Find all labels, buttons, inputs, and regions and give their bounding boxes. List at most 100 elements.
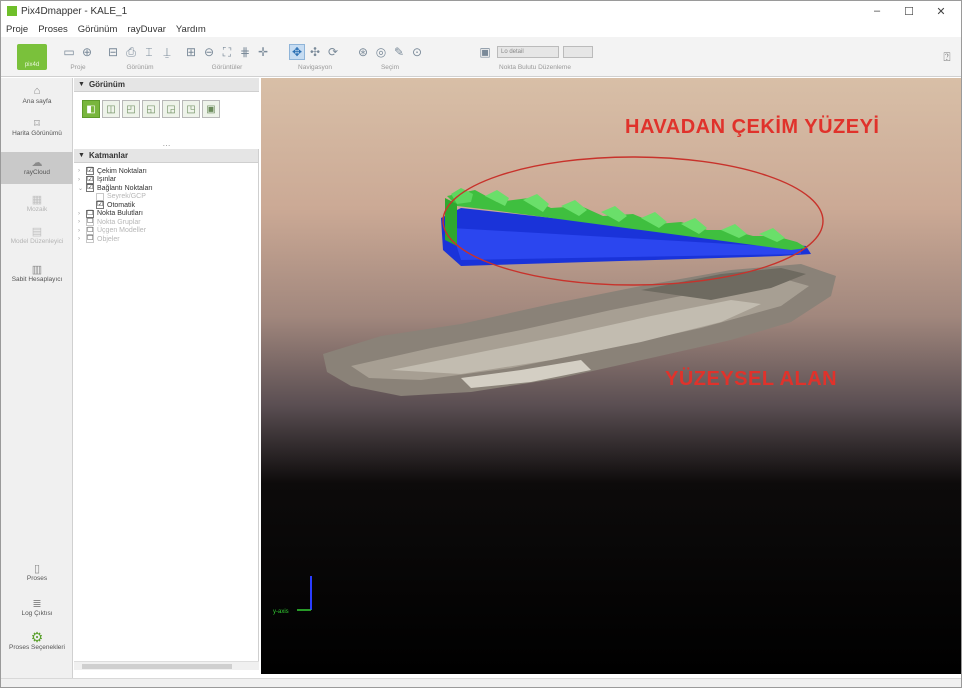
toolbar-caption-secim: Seçim xyxy=(380,64,400,71)
layer-row-automatic[interactable]: ☑ Otomatik xyxy=(78,201,258,210)
layer-row-gcp[interactable]: Seyrek/GCP xyxy=(78,192,258,202)
folder-open-icon[interactable]: ▭ xyxy=(61,44,77,60)
navigate-icon[interactable]: ✥ xyxy=(289,44,305,60)
top-view-icon[interactable]: ◱ xyxy=(142,100,160,118)
expand-icon[interactable]: › xyxy=(78,228,86,234)
crosshair-icon[interactable]: ✛ xyxy=(255,44,271,60)
layer-row-point-groups[interactable]: › ☐ Nokta Gruplar xyxy=(78,218,258,227)
scrollbar-thumb[interactable] xyxy=(82,664,232,669)
toolbar-caption-navigasyon: Navigasyon xyxy=(298,64,332,71)
layer-row-camera-points[interactable]: › ☑ Çekim Noktaları xyxy=(78,167,258,176)
collapse-caret-icon: ▼ xyxy=(78,152,85,159)
process-icon: ▯ xyxy=(33,562,41,575)
window-icon[interactable]: ⊟ xyxy=(105,44,121,60)
layer-checkbox[interactable]: ☑ xyxy=(96,201,104,210)
layer-label: Çekim Noktaları xyxy=(97,167,147,175)
rail-item-model-editor[interactable]: ▤ Model Düzenleyici xyxy=(1,224,73,256)
left-view-icon[interactable]: ◳ xyxy=(182,100,200,118)
rail-label-process-options: Proses Seçenekleri xyxy=(9,644,65,651)
menu-yardim[interactable]: Yardım xyxy=(171,24,211,35)
help-icon[interactable]: ⍰ xyxy=(939,49,955,65)
pencil-icon[interactable]: ✎ xyxy=(391,44,407,60)
pan-icon[interactable]: ⟳ xyxy=(325,44,341,60)
annotation-aerial-surface: HAVADAN ÇEKİM YÜZEYİ xyxy=(625,116,880,138)
layers-panel: ▼ Katmanlar › ☑ Çekim Noktaları › ☑ Işınlar … xyxy=(74,149,259,670)
layer-row-objects[interactable]: › ☐ Objeler xyxy=(78,235,258,244)
view-panel-header[interactable]: ▼ Görünüm xyxy=(74,78,259,92)
menu-proses[interactable]: Proses xyxy=(33,24,73,35)
toolbar-group-gorunum: ⊟ ⎙ ⌶ ⍊ Görünüm xyxy=(105,41,175,75)
view-icons: ◧ ◫ ◰ ◱ ◲ ◳ ▣ xyxy=(74,92,259,118)
menu-proje[interactable]: Proje xyxy=(1,24,33,35)
window-title: Pix4Dmapper - KALE_1 xyxy=(21,5,128,17)
layer-checkbox[interactable]: ☐ xyxy=(86,218,94,227)
menu-rayduvar[interactable]: rayDuvar xyxy=(122,24,171,35)
app-window: Pix4Dmapper - KALE_1 – ☐ ✕ Proje Proses … xyxy=(0,0,962,688)
front-view-icon[interactable]: ◫ xyxy=(102,100,120,118)
menu-gorunum[interactable]: Görünüm xyxy=(73,24,123,35)
layer-checkbox[interactable]: ☐ xyxy=(86,235,94,244)
layer-checkbox[interactable]: ☑ xyxy=(86,184,94,193)
axis-label: y-axis xyxy=(273,609,289,615)
layer-checkbox[interactable]: ☐ xyxy=(86,226,94,235)
layer-row-tie-points[interactable]: ⌄ ☑ Bağlantı Noktaları xyxy=(78,184,258,193)
fit-icon[interactable]: ⛶ xyxy=(219,44,235,60)
collapse-caret-icon: ▼ xyxy=(78,81,85,88)
rail-item-log[interactable]: ≣ Log Çıktısı xyxy=(1,596,73,626)
toolbar: pix4d ▭ ⊕ Proje ⊟ ⎙ ⌶ ⍊ Görünüm ⊞ ⊖ ⛶ ⋕ xyxy=(1,37,961,77)
layer-icon[interactable]: ▣ xyxy=(477,44,493,60)
toolbar-group-goruntuler: ⊞ ⊖ ⛶ ⋕ ✛ Görüntüler xyxy=(183,41,271,75)
expand-icon[interactable]: ⌄ xyxy=(78,185,86,192)
annotation-surface-area: YÜZEYSEL ALAN xyxy=(665,368,838,390)
minimize-button[interactable]: – xyxy=(861,1,893,21)
layers-horizontal-scrollbar[interactable] xyxy=(74,661,259,670)
layer-checkbox[interactable]: ☑ xyxy=(86,167,94,176)
pin-icon[interactable]: ⍊ xyxy=(159,44,175,60)
apply-button[interactable] xyxy=(563,46,593,58)
layer-row-triangle-meshes[interactable]: › ☐ Üçgen Modeller xyxy=(78,226,258,236)
right-view-icon[interactable]: ▣ xyxy=(202,100,220,118)
zoom-out-icon[interactable]: ⊖ xyxy=(201,44,217,60)
layer-checkbox[interactable]: ☑ xyxy=(86,175,94,184)
target-icon[interactable]: ◎ xyxy=(373,44,389,60)
grid-icon[interactable]: ⋕ xyxy=(237,44,253,60)
rotate-icon[interactable]: ✣ xyxy=(307,44,323,60)
print-icon[interactable]: ⎙ xyxy=(123,44,139,60)
layer-checkbox[interactable]: ☐ xyxy=(86,209,94,218)
expand-icon[interactable]: › xyxy=(78,219,86,225)
rail-item-mosaic[interactable]: ▦ Mozaik xyxy=(1,192,73,222)
expand-icon[interactable]: › xyxy=(78,168,86,174)
rail-item-home[interactable]: ⌂ Ana sayfa xyxy=(1,84,73,114)
expand-icon[interactable]: › xyxy=(78,211,86,217)
layer-tree: › ☑ Çekim Noktaları › ☑ Işınlar ⌄ ☑ Bağlantı N… xyxy=(74,163,258,244)
save-icon[interactable]: ⊕ xyxy=(79,44,95,60)
expand-icon[interactable]: › xyxy=(78,177,86,183)
tile-icon[interactable]: ⌶ xyxy=(141,44,157,60)
detail-combo[interactable]: Lo detail xyxy=(497,46,559,58)
eye-icon[interactable]: ⊙ xyxy=(409,44,425,60)
layer-row-point-clouds[interactable]: › ☐ Nokta Bulutları xyxy=(78,209,258,219)
toolbar-caption-nokta-bulutu: Nokta Bulutu Düzenleme xyxy=(499,64,571,71)
edit-icon: ▤ xyxy=(31,225,43,238)
panel-splitter[interactable]: ⋯ xyxy=(74,141,259,150)
expand-icon[interactable]: › xyxy=(78,236,86,242)
rail-item-process-options[interactable]: ⚙ Proses Seçenekleri xyxy=(1,629,73,670)
select-icon[interactable]: ⊛ xyxy=(355,44,371,60)
side-view-icon[interactable]: ◰ xyxy=(122,100,140,118)
menu-bar: Proje Proses Görünüm rayDuvar Yardım xyxy=(1,21,961,37)
layer-row-rays[interactable]: › ☑ Işınlar xyxy=(78,175,258,185)
zoom-in-icon[interactable]: ⊞ xyxy=(183,44,199,60)
layers-panel-header[interactable]: ▼ Katmanlar xyxy=(74,149,258,163)
maximize-button[interactable]: ☐ xyxy=(893,1,925,21)
perspective-view-icon[interactable]: ◧ xyxy=(82,100,100,118)
rail-item-calculator[interactable]: ▥ Sabit Hesaplayıcı xyxy=(1,262,73,298)
layer-label: Nokta Gruplar xyxy=(97,218,141,226)
raycloud-3d-viewport[interactable]: HAVADAN ÇEKİM YÜZEYİ YÜZEYSEL ALAN y-axi… xyxy=(261,78,961,674)
bottom-view-icon[interactable]: ◲ xyxy=(162,100,180,118)
rail-item-raycloud[interactable]: ☁ rayCloud xyxy=(1,152,73,184)
close-button[interactable]: ✕ xyxy=(925,1,957,21)
rail-item-process[interactable]: ▯ Proses xyxy=(1,561,73,591)
layer-checkbox[interactable] xyxy=(96,192,104,201)
rail-item-map-view[interactable]: ⌑ Harita Görünümü xyxy=(1,116,73,146)
toolbar-group-proje: ▭ ⊕ Proje xyxy=(61,41,95,75)
